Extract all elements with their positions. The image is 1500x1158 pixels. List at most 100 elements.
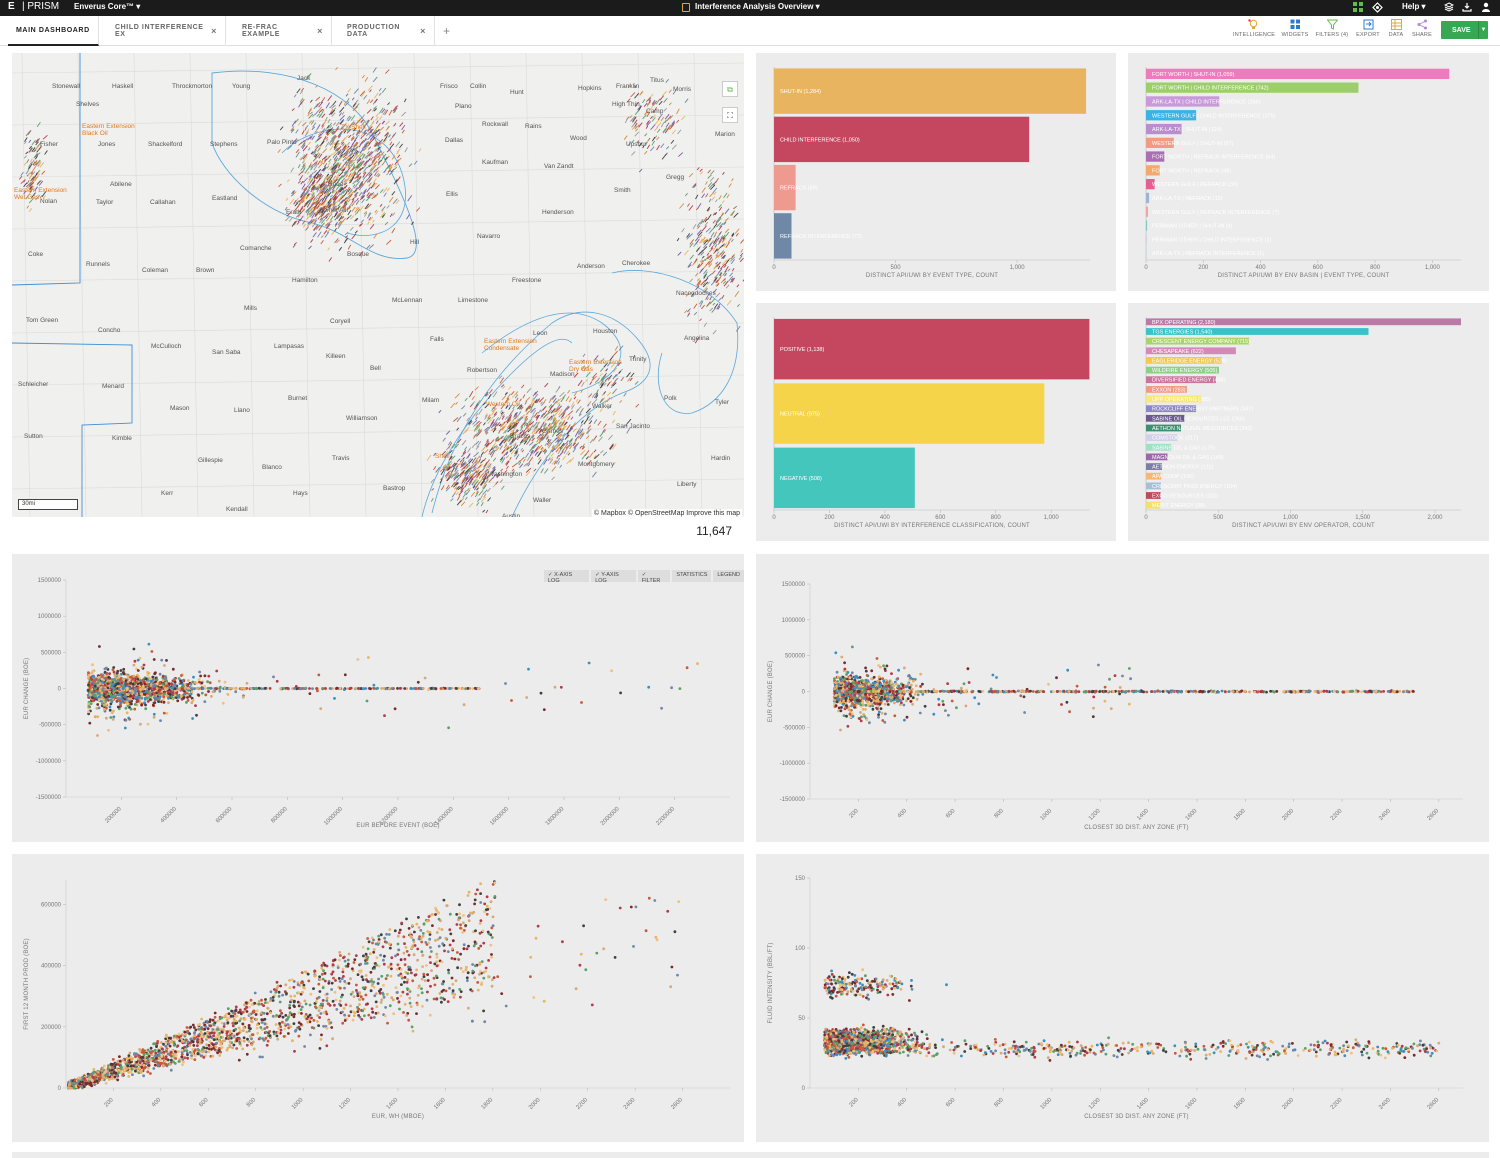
operator-bar-chart[interactable]: BPX OPERATING (2,180)TGS ENERGIES (1,540… <box>1128 303 1489 541</box>
scatter-point <box>94 678 98 681</box>
user-icon[interactable] <box>1480 2 1492 14</box>
scatter-point <box>155 691 158 695</box>
x-axis-title: DISTINCT API/UWI BY ENV BASIN | EVENT TY… <box>1218 273 1390 279</box>
scatter-point <box>372 683 376 687</box>
dashboard-title-dropdown[interactable]: Interference Analysis Overview ▾ <box>695 2 820 11</box>
widgets-button[interactable]: WIDGETS <box>1275 19 1315 38</box>
scatter-point <box>109 716 113 719</box>
eur-change-vs-distance-scatter-widget[interactable]: 1500000 1000000 500000 0 -500000 -1000000 -150… <box>756 554 1489 842</box>
scatter-point <box>91 663 94 667</box>
intelligence-button[interactable]: INTELLIGENCE <box>1233 19 1275 38</box>
scatter-point <box>140 682 143 686</box>
x-tick-label: 1,500 <box>1355 515 1371 521</box>
map-layers-icon[interactable]: ⛶ <box>722 107 738 123</box>
eur-change-vs-eur-before-scatter[interactable]: 150000010000005000000-500000-1000000-150… <box>12 554 744 842</box>
map-scale-bar: 30mi <box>18 499 78 510</box>
scatter-point <box>207 690 210 693</box>
statistics-button[interactable]: STATISTICS <box>672 570 712 582</box>
interference-classification-bar-chart[interactable]: POSITIVE (1,138)NEUTRAL (975)NEGATIVE (5… <box>756 303 1116 541</box>
bar[interactable] <box>1146 206 1148 217</box>
bar-label: ARK-LA-TX | CHILD INTERFERENCE (256) <box>1152 100 1261 106</box>
bar-label: REFRACK (89) <box>780 186 818 192</box>
map-place-label: Coke <box>28 251 44 258</box>
scatter-point <box>223 680 227 684</box>
event-type-bar-chart[interactable]: SHUT-IN (1,284)CHILD INTERFERENCE (1,050… <box>756 53 1116 291</box>
close-icon[interactable]: × <box>420 26 426 36</box>
add-tab-button[interactable]: + <box>443 24 450 38</box>
bar[interactable] <box>1146 192 1150 204</box>
scatter-point <box>151 703 155 707</box>
scatter-point <box>139 722 142 726</box>
scatter-points[interactable] <box>86 642 699 737</box>
filter-icon <box>1326 19 1338 30</box>
event-type-bar-chart-widget[interactable]: SHUT-IN (1,284) CHILD INTERFERENCE (1,050… <box>756 53 1116 291</box>
view-icon[interactable] <box>1371 2 1383 14</box>
y-axis-log-button[interactable]: ✓ Y-AXIS LOG <box>591 570 636 584</box>
tab-production-data[interactable]: PRODUCTION DATA × <box>339 16 435 46</box>
bar-label: FORT WORTH | SHUT-IN (1,059) <box>1152 72 1235 78</box>
enverus-logo[interactable]: E <box>8 1 15 12</box>
save-options-chevron-icon[interactable]: ▼ <box>1478 21 1488 39</box>
eur-change-vs-eur-before-scatter-widget[interactable]: 1500000 1000000 500000 0 -500000 -1000000 -150… <box>12 554 744 842</box>
tab-main-dashboard[interactable]: MAIN DASHBOARD <box>8 16 99 46</box>
scatter-point <box>173 680 177 684</box>
scatter-point <box>317 673 321 677</box>
scatter-point <box>151 675 155 679</box>
scatter-point <box>279 687 283 691</box>
share-button[interactable]: SHARE <box>1402 19 1442 38</box>
map-attribution[interactable]: © Mapbox © OpenStreetMap Improve this ma… <box>591 509 742 518</box>
y-tick-label: -1500000 <box>780 797 806 803</box>
product-selector[interactable]: Enverus Core™ ▾ <box>74 2 140 11</box>
map-widget[interactable]: Stonewall Haskell Throckmorton Young Jack She… <box>12 53 744 517</box>
scatter-point <box>421 687 425 690</box>
scatter-point <box>134 689 137 693</box>
map-place-label: Montgomery <box>578 461 615 468</box>
x-tick-label: 200000 <box>104 806 123 825</box>
download-icon[interactable] <box>1461 2 1473 14</box>
eur-change-vs-distance-scatter[interactable]: 150000010000005000000-500000-1000000-150… <box>756 554 1489 842</box>
save-button[interactable]: SAVE ▼ <box>1441 21 1488 39</box>
map-place-label: Llano <box>234 407 250 414</box>
filter-button[interactable]: ✓ FILTER <box>637 570 671 584</box>
scatter-point <box>294 685 298 688</box>
bar-label: FORT WORTH | REFRACK INTERFERENCE (64) <box>1152 155 1276 161</box>
scatter-point <box>580 701 583 704</box>
scatter-point <box>112 686 115 690</box>
scatter-point <box>98 645 101 648</box>
scatter-point <box>186 696 189 699</box>
basin-event-bar-chart-widget[interactable]: FORT WORTH | SHUT-IN (1,059) FORT WORTH |… <box>1128 53 1489 291</box>
scatter-point <box>257 686 261 690</box>
scatter-points[interactable] <box>832 645 1415 732</box>
tab-child-interference-ex[interactable]: CHILD INTERFERENCE EX × <box>107 16 226 46</box>
x-tick-label: 2400 <box>1378 808 1392 822</box>
operator-bar-chart-widget[interactable]: BPX OPERATING (2,180) TGS ENERGIES (1,540… <box>1128 303 1489 541</box>
basin-event-bar-chart[interactable]: FORT WORTH | SHUT-IN (1,059) FORT WORTH |… <box>1128 53 1489 291</box>
map-place-label: Liberty <box>677 481 697 488</box>
apps-grid-icon[interactable] <box>1352 2 1364 14</box>
scatter-point <box>161 683 165 686</box>
bar[interactable] <box>1146 220 1148 231</box>
x-axis-log-button[interactable]: ✓ X-AXIS LOG <box>544 570 590 584</box>
map-place-label: Stonewall <box>52 83 81 90</box>
help-menu[interactable]: Help ▾ <box>1402 2 1426 11</box>
legend-button[interactable]: LEGEND <box>713 570 744 582</box>
scatter-point <box>173 683 177 687</box>
bar[interactable] <box>1146 234 1147 245</box>
scatter-point <box>195 713 198 717</box>
scatter-point <box>160 658 164 662</box>
map-place-label: Hunt <box>510 89 524 96</box>
map-place-label: Lampasas <box>274 343 304 350</box>
tab-re-frac-example[interactable]: RE-FRAC EXAMPLE × <box>234 16 332 46</box>
x-axis-title: DISTINCT API/UWI BY ENV OPERATOR, COUNT <box>1232 523 1375 529</box>
close-icon[interactable]: × <box>211 26 217 36</box>
map-legend-toggle-icon[interactable]: ⧉ <box>722 81 738 97</box>
interference-classification-bar-chart-widget[interactable]: POSITIVE (1,138) NEUTRAL (975) NEGATIVE (5… <box>756 303 1116 541</box>
map-place-label: Burnet <box>288 395 308 402</box>
scatter-point <box>510 699 513 702</box>
scatter-point <box>167 696 170 700</box>
layers-icon[interactable] <box>1443 2 1455 14</box>
map-place-label: Smith <box>614 187 631 194</box>
scatter-point <box>173 687 177 691</box>
filters-button[interactable]: FILTERS (4) <box>1312 19 1352 38</box>
close-icon[interactable]: × <box>317 26 323 36</box>
